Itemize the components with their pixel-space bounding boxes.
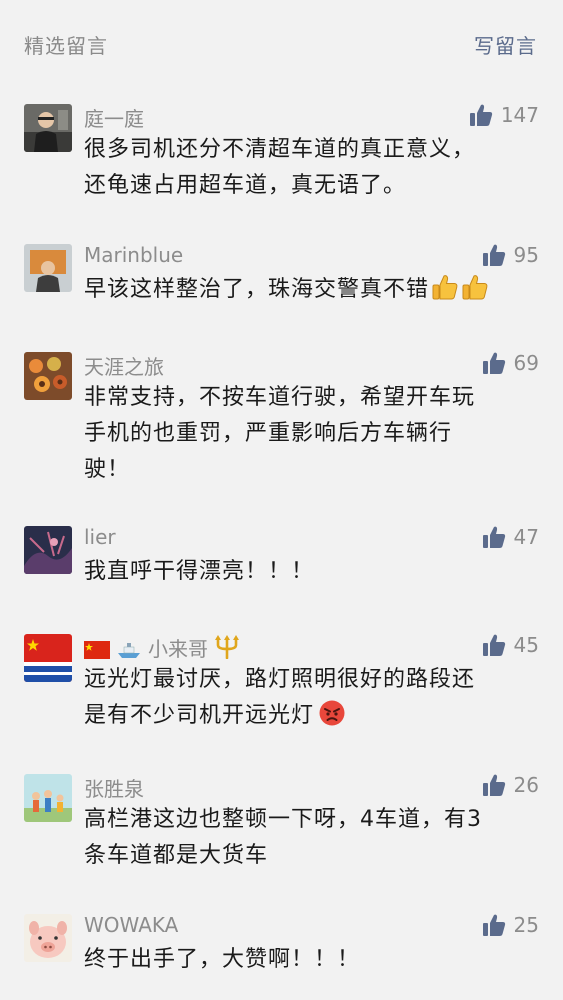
comment-text: 早该这样整治了，珠海交警真不错 [84,272,534,308]
like-count: 69 [513,351,539,375]
thumbs-up-icon [482,243,506,267]
avatar[interactable] [24,914,72,962]
thumbs-up-icon [482,913,506,937]
ship-icon [118,643,140,658]
comment-text: 高栏港这边也整顿一下呀，4车道，有3 条车道都是大货车 [84,807,482,868]
like-count: 95 [513,243,539,267]
thumbs-up-icon [482,633,506,657]
china-flag-icon [84,641,110,659]
like-count: 45 [513,633,539,657]
commenter-name[interactable]: 张胜泉 [84,773,144,802]
comment-text: 远光灯最讨厌，路灯照明很好的路段还 是有不少司机开远光灯 [84,667,476,728]
comment-text: 很多司机还分不清超车道的真正意义， 还龟速占用超车道，真无语了。 [84,137,476,198]
thumbs-up-icon [482,773,506,797]
comment-text: 我直呼干得漂亮！！！ [84,559,315,584]
commenter-name[interactable]: WOWAKA [84,913,178,937]
like-count: 26 [513,773,539,797]
write-comment-link[interactable]: 写留言 [474,30,537,59]
thumbs-up-icon [469,103,493,127]
like-button[interactable]: 47 [482,524,539,550]
trident-icon [215,635,239,659]
commenter-name[interactable]: lier [84,525,116,549]
thumbs-up-icon [482,525,506,549]
like-button[interactable]: 45 [482,632,539,658]
avatar[interactable] [24,104,72,152]
angry-face-emoji-icon [318,699,346,727]
like-button[interactable]: 95 [482,242,539,268]
avatar[interactable] [24,634,72,682]
avatar[interactable] [24,352,72,400]
commenter-name[interactable]: 天涯之旅 [84,351,164,380]
comments-header: 精选留言 写留言 [0,0,563,90]
like-button[interactable]: 147 [469,102,539,128]
featured-comments-title: 精选留言 [24,34,108,58]
like-button[interactable]: 25 [482,912,539,938]
thumbs-up-icon [482,351,506,375]
avatar[interactable] [24,774,72,822]
comment-text: 终于出手了，大赞啊！！！ [84,947,361,972]
commenter-name[interactable]: 小来哥 [84,633,248,662]
thumbs-up-emoji-icon [461,273,489,301]
like-count: 47 [513,525,539,549]
like-button[interactable]: 69 [482,350,539,376]
avatar[interactable] [24,244,72,292]
comment-text: 非常支持，不按车道行驶，希望开车玩 手机的也重罚，严重影响后方车辆行 驶！ [84,385,476,482]
like-count: 147 [500,103,539,127]
avatar[interactable] [24,526,72,574]
like-count: 25 [513,913,539,937]
commenter-name[interactable]: 庭一庭 [84,103,144,132]
like-button[interactable]: 26 [482,772,539,798]
commenter-name[interactable]: Marinblue [84,243,183,267]
thumbs-up-emoji-icon [431,273,459,301]
